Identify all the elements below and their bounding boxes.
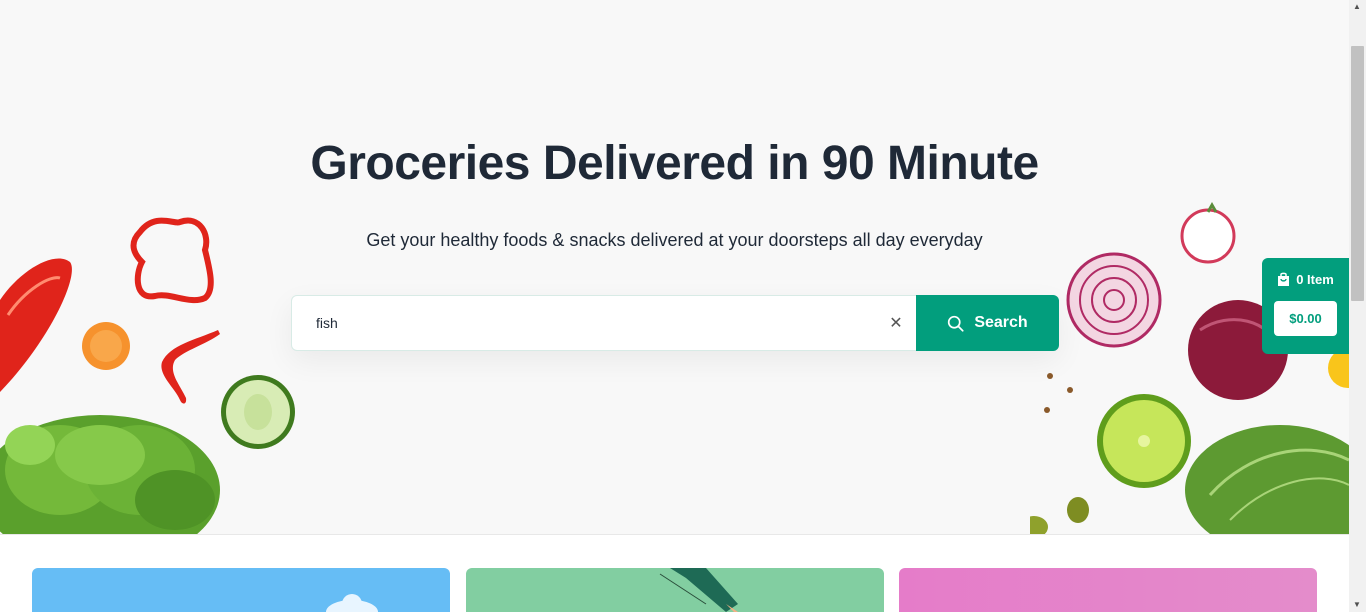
- scroll-up-arrow-icon[interactable]: ▲: [1353, 2, 1361, 11]
- onion-slice-illustration: [1066, 252, 1162, 348]
- search-bar: ✕ Search: [291, 295, 1059, 351]
- close-icon: ✕: [889, 315, 903, 332]
- promo-card-green[interactable]: [466, 568, 884, 612]
- scroll-down-arrow-icon[interactable]: ▼: [1353, 600, 1361, 609]
- pepper-slice-illustration: [0, 258, 72, 392]
- pepper-strip-illustration: [161, 330, 220, 404]
- hero-subtitle: Get your healthy foods & snacks delivere…: [366, 230, 983, 250]
- shopping-bag-icon: [1278, 272, 1290, 286]
- lettuce-illustration: [0, 415, 220, 534]
- promo-card-blue[interactable]: [32, 568, 450, 612]
- hero-banner: Groceries Delivered in 90 Minute Get you…: [0, 0, 1349, 535]
- cart-total: $0.00: [1274, 301, 1337, 336]
- page-scrollbar[interactable]: ▲ ▼: [1349, 0, 1366, 612]
- cart-widget[interactable]: 0 Item $0.00: [1262, 258, 1349, 354]
- search-icon: [948, 315, 964, 332]
- cart-count-row: 0 Item: [1262, 272, 1349, 287]
- promo-card-pink[interactable]: [899, 568, 1317, 612]
- cabbage-illustration: [1185, 425, 1349, 534]
- cart-item-count: 0 Item: [1296, 272, 1334, 287]
- lime-slice-illustration: [1097, 394, 1191, 488]
- cloud-icon: [326, 594, 378, 612]
- hero-vegetables-left-illustration: [0, 217, 295, 534]
- hero-title: Groceries Delivered in 90 Minute: [310, 137, 1039, 190]
- search-button-label: Search: [974, 314, 1028, 331]
- search-input[interactable]: [292, 296, 876, 350]
- clear-search-button[interactable]: ✕: [876, 296, 916, 350]
- scrollbar-thumb[interactable]: [1351, 46, 1364, 301]
- search-button[interactable]: Search: [916, 295, 1059, 351]
- bottle-illustration: [659, 568, 738, 612]
